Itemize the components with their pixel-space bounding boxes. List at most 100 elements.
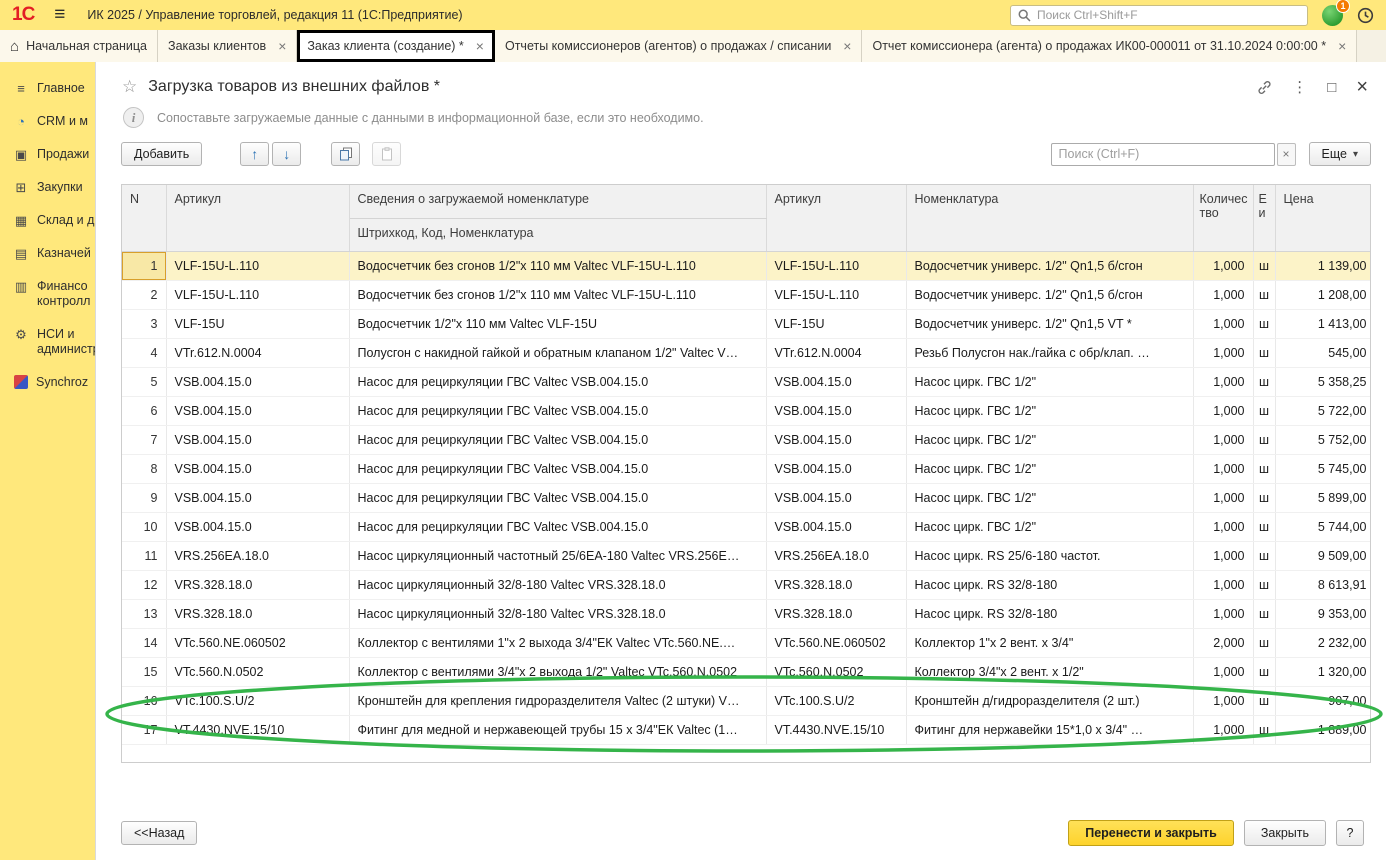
qty-cell[interactable]: 1,000 [1193,570,1253,599]
paste-button[interactable] [372,142,401,166]
col-header-qty[interactable]: Количество [1193,185,1253,251]
transfer-and-close-button[interactable]: Перенести и закрыть [1068,820,1234,846]
nomenclature-cell[interactable]: Насос цирк. ГВС 1/2" [906,483,1193,512]
sidebar-item-kaznachejstvo[interactable]: ▤Казначей [0,237,95,270]
sidebar-item-crm[interactable]: ◔CRM и м [0,105,95,138]
col-header-n[interactable]: N [122,185,166,251]
clear-search-icon[interactable]: × [1277,143,1296,166]
tab-3[interactable]: Заказ клиента (создание) *× [297,30,495,62]
add-button[interactable]: Добавить [121,142,202,166]
nomenclature-cell[interactable]: Насос цирк. ГВС 1/2" [906,454,1193,483]
qty-cell[interactable]: 1,000 [1193,715,1253,744]
sidebar-item-glavnoe[interactable]: ≡Главное [0,72,95,105]
article-cell[interactable]: VSB.004.15.0 [166,396,349,425]
info-cell[interactable]: Насос для рециркуляции ГВС Valtec VSB.00… [349,483,766,512]
article-mapped-cell[interactable]: VTc.560.N.0502 [766,657,906,686]
article-cell[interactable]: VLF-15U-L.110 [166,251,349,280]
article-mapped-cell[interactable]: VSB.004.15.0 [766,454,906,483]
more-actions-icon[interactable]: ⋮ [1292,78,1307,96]
unit-cell[interactable]: ш [1253,541,1275,570]
price-cell[interactable]: 5 752,00 [1275,425,1371,454]
qty-cell[interactable]: 1,000 [1193,338,1253,367]
price-cell[interactable]: 9 353,00 [1275,599,1371,628]
article-mapped-cell[interactable]: VTr.612.N.0004 [766,338,906,367]
unit-cell[interactable]: ш [1253,338,1275,367]
back-button[interactable]: <<Назад [121,821,197,845]
article-cell[interactable]: VRS.328.18.0 [166,599,349,628]
article-cell[interactable]: VT.4430.NVE.15/10 [166,715,349,744]
qty-cell[interactable]: 1,000 [1193,599,1253,628]
info-cell[interactable]: Насос для рециркуляции ГВС Valtec VSB.00… [349,512,766,541]
price-cell[interactable]: 9 509,00 [1275,541,1371,570]
info-cell[interactable]: Фитинг для медной и нержавеющей трубы 15… [349,715,766,744]
row-number[interactable]: 15 [122,657,166,686]
row-number[interactable]: 2 [122,280,166,309]
row-number[interactable]: 4 [122,338,166,367]
table-row[interactable]: 4VTr.612.N.0004Полусгон с накидной гайко… [122,338,1371,367]
nomenclature-cell[interactable]: Водосчетчик универс. 1/2" Qn1,5 б/сгон [906,251,1193,280]
table-row[interactable]: 1VLF-15U-L.110Водосчетчик без сгонов 1/2… [122,251,1371,280]
row-number[interactable]: 8 [122,454,166,483]
notifications-icon[interactable]: 1 [1322,5,1343,26]
nomenclature-cell[interactable]: Насос цирк. ГВС 1/2" [906,512,1193,541]
qty-cell[interactable]: 1,000 [1193,396,1253,425]
sidebar-item-finkontrolling[interactable]: ▥Финансо контролл [0,270,95,318]
nomenclature-cell[interactable]: Коллектор 1"x 2 вент. x 3/4" [906,628,1193,657]
sidebar-item-synchroz[interactable]: Synchroz [0,366,95,399]
article-mapped-cell[interactable]: VRS.328.18.0 [766,599,906,628]
sidebar-item-prodazhi[interactable]: ▣Продажи [0,138,95,171]
unit-cell[interactable]: ш [1253,628,1275,657]
qty-cell[interactable]: 1,000 [1193,686,1253,715]
qty-cell[interactable]: 1,000 [1193,251,1253,280]
table-row[interactable]: 2VLF-15U-L.110Водосчетчик без сгонов 1/2… [122,280,1371,309]
tab-close-icon[interactable]: × [843,38,851,54]
info-cell[interactable]: Насос циркуляционный 32/8-180 Valtec VRS… [349,599,766,628]
table-search-input[interactable] [1051,143,1275,166]
unit-cell[interactable]: ш [1253,599,1275,628]
nomenclature-cell[interactable]: Насос цирк. ГВС 1/2" [906,425,1193,454]
tab-5[interactable]: Отчет комиссионера (агента) о продажах И… [862,30,1357,62]
price-cell[interactable]: 1 139,00 [1275,251,1371,280]
article-mapped-cell[interactable]: VT.4430.NVE.15/10 [766,715,906,744]
info-cell[interactable]: Коллектор с вентилями 1"x 2 выхода 3/4"Е… [349,628,766,657]
article-mapped-cell[interactable]: VTc.100.S.U/2 [766,686,906,715]
table-row[interactable]: 13VRS.328.18.0Насос циркуляционный 32/8-… [122,599,1371,628]
row-number[interactable]: 7 [122,425,166,454]
article-cell[interactable]: VSB.004.15.0 [166,425,349,454]
price-cell[interactable]: 1 413,00 [1275,309,1371,338]
row-number[interactable]: 16 [122,686,166,715]
col-header-article-mapped[interactable]: Артикул [766,185,906,251]
move-down-button[interactable]: ↓ [272,142,301,166]
table-row[interactable]: 6VSB.004.15.0Насос для рециркуляции ГВС … [122,396,1371,425]
global-search[interactable] [1010,5,1308,26]
article-cell[interactable]: VTr.612.N.0004 [166,338,349,367]
row-number[interactable]: 1 [122,251,166,280]
qty-cell[interactable]: 1,000 [1193,280,1253,309]
tab-close-icon[interactable]: × [278,38,286,54]
unit-cell[interactable]: ш [1253,280,1275,309]
row-number[interactable]: 13 [122,599,166,628]
article-mapped-cell[interactable]: VLF-15U-L.110 [766,280,906,309]
price-cell[interactable]: 1 889,00 [1275,715,1371,744]
price-cell[interactable]: 5 745,00 [1275,454,1371,483]
unit-cell[interactable]: ш [1253,657,1275,686]
move-up-button[interactable]: ↑ [240,142,269,166]
info-cell[interactable]: Насос для рециркуляции ГВС Valtec VSB.00… [349,367,766,396]
global-search-input[interactable] [1037,8,1300,22]
article-cell[interactable]: VTc.560.N.0502 [166,657,349,686]
sidebar-item-sklad[interactable]: ▦Склад и д [0,204,95,237]
table-row[interactable]: 8VSB.004.15.0Насос для рециркуляции ГВС … [122,454,1371,483]
nomenclature-cell[interactable]: Кронштейн д/гидроразделителя (2 шт.) [906,686,1193,715]
info-cell[interactable]: Кронштейн для крепления гидроразделителя… [349,686,766,715]
unit-cell[interactable]: ш [1253,396,1275,425]
more-button[interactable]: Еще ▾ [1309,142,1371,166]
qty-cell[interactable]: 2,000 [1193,628,1253,657]
unit-cell[interactable]: ш [1253,367,1275,396]
article-mapped-cell[interactable]: VSB.004.15.0 [766,425,906,454]
qty-cell[interactable]: 1,000 [1193,483,1253,512]
table-row[interactable]: 14VTc.560.NE.060502Коллектор с вентилями… [122,628,1371,657]
table-row[interactable]: 17VT.4430.NVE.15/10Фитинг для медной и н… [122,715,1371,744]
sidebar-item-nsi-admin[interactable]: ⚙НСИ и администр [0,318,95,366]
unit-cell[interactable]: ш [1253,454,1275,483]
col-header-info-sub[interactable]: Штрихкод, Код, Номенклатура [349,218,766,251]
